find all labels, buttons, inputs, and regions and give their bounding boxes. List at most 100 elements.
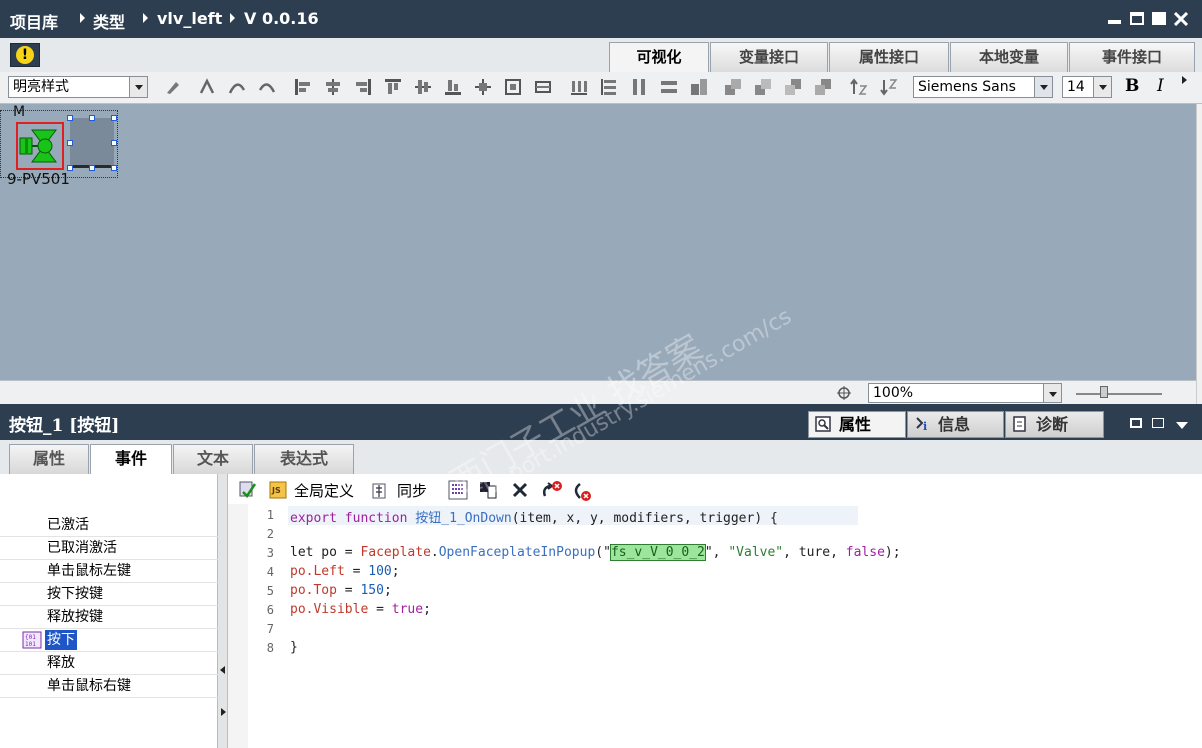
- chevron-down-icon[interactable]: [1176, 422, 1188, 429]
- send-backward-icon[interactable]: [784, 78, 802, 96]
- tab-properties[interactable]: 属性: [808, 411, 906, 438]
- subtab-properties[interactable]: 属性: [9, 444, 89, 474]
- svg-text:i: i: [923, 420, 927, 432]
- valve-object[interactable]: [16, 122, 64, 170]
- resize-handle[interactable]: [89, 115, 95, 121]
- align-middle-icon[interactable]: [414, 78, 432, 96]
- same-height-icon[interactable]: [630, 78, 648, 96]
- insert-variable-icon[interactable]: [478, 480, 498, 500]
- event-item-deactivated[interactable]: 已取消激活: [0, 537, 218, 560]
- tab-tag-interface[interactable]: 变量接口: [710, 42, 828, 72]
- code-keyword: false: [845, 545, 885, 560]
- minimize-icon[interactable]: [1108, 20, 1121, 24]
- distribute-vertical-icon[interactable]: [600, 78, 618, 96]
- tab-info-label: 信息: [938, 415, 971, 434]
- zoom-fit-icon[interactable]: [836, 385, 852, 401]
- collapse-left-icon[interactable]: [220, 666, 225, 674]
- align-top-icon[interactable]: [384, 78, 402, 96]
- send-to-back-icon[interactable]: [814, 78, 832, 96]
- pane-splitter[interactable]: [218, 474, 228, 748]
- subtab-expressions[interactable]: 表达式: [254, 444, 354, 474]
- center-vertical-icon[interactable]: [534, 78, 552, 96]
- subtab-events[interactable]: 事件: [90, 444, 172, 475]
- global-define-button[interactable]: 全局定义: [294, 480, 354, 501]
- overflow-icon[interactable]: [1182, 76, 1187, 84]
- rotate-left-icon[interactable]: [228, 78, 246, 96]
- rotate-right-icon[interactable]: [198, 78, 216, 96]
- layer-up-icon[interactable]: [850, 78, 868, 96]
- chevron-down-icon[interactable]: [1093, 77, 1111, 97]
- same-width-icon[interactable]: [660, 78, 678, 96]
- align-left-icon[interactable]: [294, 78, 312, 96]
- format-painter-icon[interactable]: [164, 78, 182, 96]
- expand-right-icon[interactable]: [221, 708, 226, 716]
- panel-layout-icon[interactable]: [1152, 418, 1164, 428]
- tab-property-interface[interactable]: 属性接口: [829, 42, 949, 72]
- line-number: 3: [266, 546, 274, 560]
- zoom-slider-thumb[interactable]: [1100, 386, 1108, 398]
- align-right-icon[interactable]: [354, 78, 372, 96]
- tab-event-interface[interactable]: 事件接口: [1069, 42, 1195, 72]
- design-canvas[interactable]: M 9-PV501: [0, 104, 1196, 380]
- event-item-release[interactable]: 释放: [0, 652, 218, 675]
- resize-handle[interactable]: [67, 115, 73, 121]
- subtab-texts[interactable]: 文本: [173, 444, 253, 474]
- close-icon[interactable]: [1174, 12, 1188, 26]
- event-item-key-up[interactable]: 释放按键: [0, 606, 218, 629]
- zoom-slider[interactable]: [1076, 393, 1162, 395]
- resize-handle[interactable]: [111, 140, 117, 146]
- warning-button[interactable]: !: [10, 43, 40, 67]
- sync-button[interactable]: 同步: [397, 480, 427, 501]
- align-bottom-icon[interactable]: [444, 78, 462, 96]
- bold-button[interactable]: B: [1125, 76, 1139, 96]
- float-window-icon[interactable]: [1130, 418, 1142, 428]
- sync-icon[interactable]: [371, 482, 389, 500]
- align-center-icon[interactable]: [324, 78, 342, 96]
- breakpoint-clear-icon[interactable]: [570, 482, 594, 504]
- code-line-1: export function 按钮_1_OnDown(item, x, y, …: [290, 507, 778, 526]
- font-list-icon[interactable]: [1034, 77, 1052, 97]
- canvas-vertical-scrollbar[interactable]: [1196, 104, 1202, 404]
- event-item-right-click[interactable]: 单击鼠标右键: [0, 675, 218, 698]
- event-item-left-click[interactable]: 单击鼠标左键: [0, 560, 218, 583]
- layer-down-icon[interactable]: [880, 78, 898, 96]
- button-object[interactable]: [70, 118, 114, 168]
- breadcrumb-item-type[interactable]: 类型: [93, 9, 125, 33]
- style-select[interactable]: 明亮样式: [8, 76, 148, 98]
- center-horizontal-icon[interactable]: [504, 78, 522, 96]
- font-size-select[interactable]: 14: [1062, 76, 1112, 98]
- chevron-down-icon[interactable]: [1043, 384, 1061, 402]
- delete-icon[interactable]: [512, 482, 528, 498]
- resize-handle[interactable]: [89, 165, 95, 171]
- event-item-key-down[interactable]: 按下按键: [0, 583, 218, 606]
- italic-button[interactable]: I: [1157, 76, 1164, 96]
- tab-diagnostics[interactable]: 诊断: [1005, 411, 1104, 438]
- global-define-icon[interactable]: JS: [268, 480, 288, 500]
- tab-local-tags[interactable]: 本地变量: [950, 42, 1068, 72]
- restore-icon[interactable]: [1130, 12, 1144, 25]
- line-number: 7: [266, 622, 274, 636]
- resize-handle[interactable]: [111, 165, 117, 171]
- check-syntax-icon[interactable]: [238, 480, 258, 500]
- tab-visualization[interactable]: 可视化: [609, 42, 709, 73]
- event-item-activated[interactable]: 已激活: [0, 514, 218, 537]
- snippets-icon[interactable]: [448, 480, 468, 500]
- breakpoint-delete-icon[interactable]: [540, 480, 564, 502]
- breadcrumb-item-version[interactable]: V 0.0.16: [244, 9, 319, 28]
- resize-handle[interactable]: [111, 115, 117, 121]
- font-family-select[interactable]: Siemens Sans: [913, 76, 1053, 98]
- same-size-icon[interactable]: [690, 78, 708, 96]
- maximize-icon[interactable]: [1152, 12, 1166, 25]
- zoom-select[interactable]: 100%: [868, 383, 1062, 403]
- center-both-icon[interactable]: [474, 78, 492, 96]
- chevron-down-icon[interactable]: [129, 77, 147, 97]
- distribute-horizontal-icon[interactable]: [570, 78, 588, 96]
- breadcrumb-item-library[interactable]: 项目库: [10, 9, 58, 33]
- tab-info[interactable]: i 信息: [907, 411, 1004, 438]
- breadcrumb-item-name[interactable]: vlv_left: [157, 9, 222, 28]
- redo-icon[interactable]: [258, 78, 276, 96]
- event-item-press[interactable]: {01 101 按下: [0, 629, 218, 652]
- resize-handle[interactable]: [67, 140, 73, 146]
- bring-forward-icon[interactable]: [754, 78, 772, 96]
- bring-to-front-icon[interactable]: [724, 78, 742, 96]
